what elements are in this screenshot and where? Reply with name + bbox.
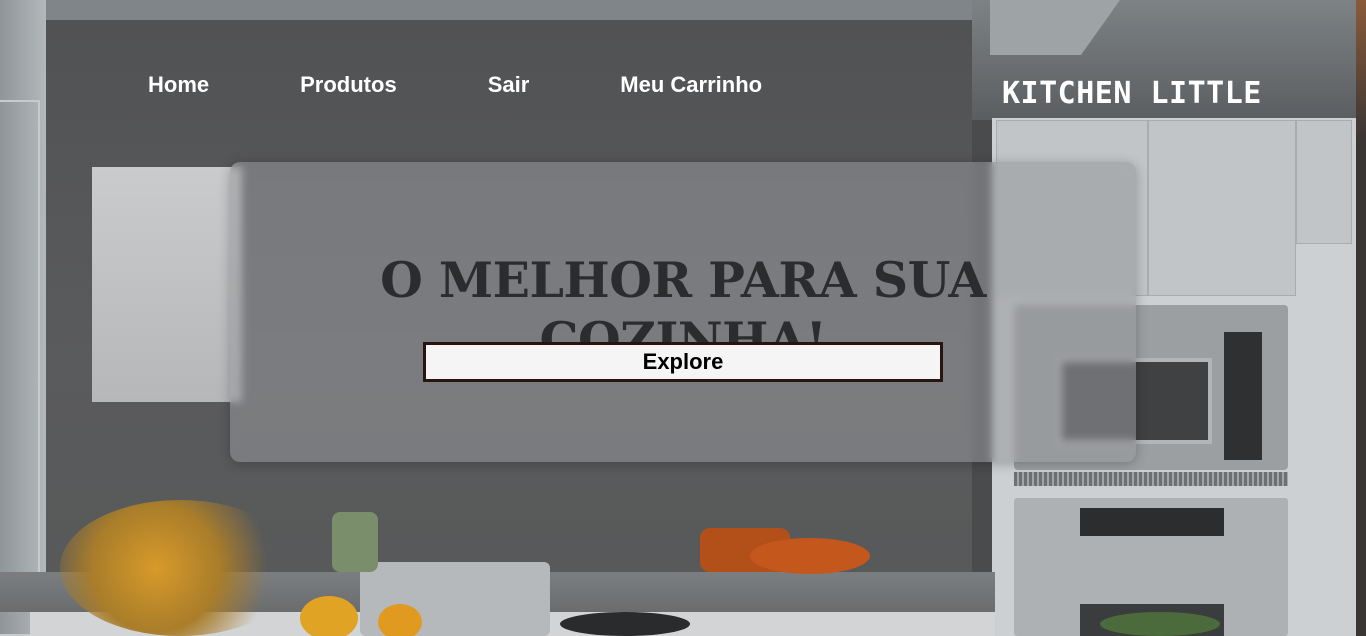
brand-logo-text: KITCHEN LITTLE <box>1002 76 1262 111</box>
bg-herbs <box>1100 612 1220 636</box>
bg-oven-panel <box>1080 508 1224 536</box>
bg-left-door <box>0 100 40 636</box>
explore-button[interactable]: Explore <box>423 342 943 382</box>
bg-upper-cabinet <box>92 167 242 402</box>
bg-flowers <box>60 500 300 636</box>
bg-vent <box>1014 472 1288 486</box>
bg-cabinet-door <box>1296 120 1352 244</box>
nav-link-home[interactable]: Home <box>148 72 209 98</box>
bg-orange-pan <box>750 538 870 574</box>
bg-plant <box>332 512 378 572</box>
main-navigation: Home Produtos Sair Meu Carrinho <box>148 72 853 98</box>
nav-link-meu-carrinho[interactable]: Meu Carrinho <box>620 72 762 98</box>
bg-microwave-panel <box>1224 332 1262 460</box>
bg-edge <box>1356 0 1366 636</box>
bg-lemon <box>300 596 358 636</box>
bg-pan <box>560 612 690 636</box>
nav-link-sair[interactable]: Sair <box>488 72 530 98</box>
bg-lemon <box>378 604 422 636</box>
bg-cabinet-door <box>1148 120 1296 296</box>
nav-link-produtos[interactable]: Produtos <box>300 72 397 98</box>
